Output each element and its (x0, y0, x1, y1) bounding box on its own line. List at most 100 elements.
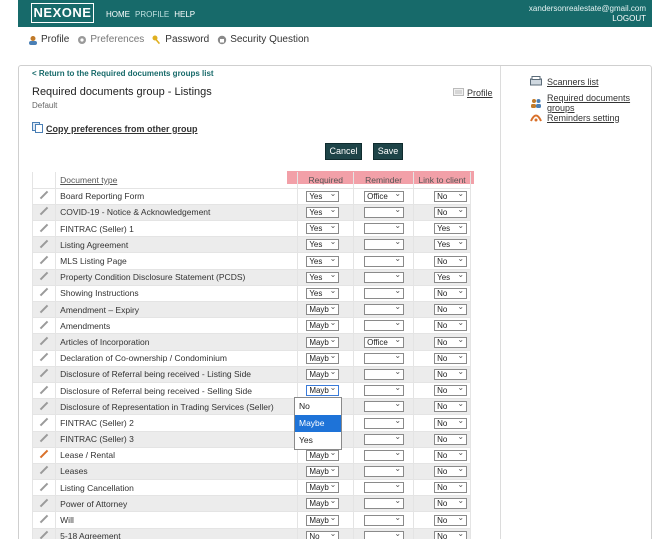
pencil-icon[interactable] (39, 417, 49, 427)
nav-profile[interactable]: PROFILE (135, 10, 169, 19)
reminder-select[interactable] (364, 288, 405, 300)
required-select[interactable]: Yes (306, 239, 340, 251)
link-to-client-select[interactable]: No (434, 352, 468, 364)
required-select[interactable]: Mayb (306, 336, 340, 348)
subnav-preferences[interactable]: Preferences (77, 34, 144, 45)
required-select[interactable]: Mayb (306, 320, 340, 332)
link-to-client-select[interactable]: No (434, 255, 468, 267)
reminder-select[interactable] (364, 449, 405, 461)
required-select[interactable]: Yes (306, 288, 340, 300)
required-select[interactable]: Mayb (306, 449, 340, 461)
link-to-client-select[interactable]: No (434, 320, 468, 332)
reminder-select[interactable] (364, 320, 405, 332)
pencil-icon[interactable] (39, 433, 49, 443)
pencil-icon[interactable] (39, 255, 49, 265)
pencil-icon[interactable] (39, 352, 49, 362)
reminder-select[interactable] (364, 207, 405, 219)
reminder-select[interactable] (364, 385, 405, 397)
required-select[interactable]: Yes (306, 190, 340, 202)
dropdown-option[interactable]: No (295, 398, 341, 415)
link-to-client-select[interactable]: No (434, 417, 468, 429)
reminder-select[interactable] (364, 223, 405, 235)
subnav-password[interactable]: Password (152, 34, 209, 45)
link-to-client-select[interactable]: No (434, 433, 468, 445)
pencil-icon[interactable] (39, 206, 49, 216)
reminder-select[interactable] (364, 304, 405, 316)
cancel-button[interactable]: Cancel (325, 143, 362, 160)
link-to-client-select[interactable]: Yes (434, 223, 468, 235)
save-button[interactable]: Save (373, 143, 403, 160)
pencil-icon[interactable] (39, 239, 49, 249)
required-select[interactable]: Mayb (306, 482, 340, 494)
link-to-client-select[interactable]: No (434, 514, 468, 526)
reminder-select[interactable] (364, 401, 405, 413)
pencil-icon[interactable] (39, 482, 49, 492)
pencil-icon[interactable] (39, 385, 49, 395)
link-to-client-select[interactable]: No (434, 190, 468, 202)
reminder-select[interactable] (364, 417, 405, 429)
required-select[interactable]: Yes (306, 223, 340, 235)
pencil-icon[interactable] (39, 320, 49, 330)
required-select[interactable]: Mayb (306, 498, 340, 510)
reminder-select[interactable] (364, 271, 405, 283)
profile-link[interactable]: Profile (453, 88, 493, 98)
pencil-icon[interactable] (39, 336, 49, 346)
reminder-select[interactable] (364, 255, 405, 267)
reminder-select[interactable] (364, 466, 405, 478)
logo[interactable]: NEXONE (31, 3, 94, 23)
pencil-icon[interactable] (39, 287, 49, 297)
link-to-client-select[interactable]: Yes (434, 271, 468, 283)
required-select[interactable]: Yes (306, 271, 340, 283)
reminder-select[interactable] (364, 530, 405, 539)
required-select[interactable]: Mayb (306, 466, 340, 478)
reminder-select[interactable] (364, 482, 405, 494)
link-to-client-select[interactable]: No (434, 498, 468, 510)
link-to-client-select[interactable]: No (434, 482, 468, 494)
required-select[interactable]: Yes (306, 255, 340, 267)
sidebar-required-documents-groups[interactable]: Required documents groups (530, 93, 651, 113)
subnav-profile[interactable]: Profile (28, 34, 69, 45)
pencil-icon[interactable] (39, 530, 49, 539)
pencil-icon[interactable] (39, 368, 49, 378)
required-select[interactable]: Mayb (306, 514, 340, 526)
link-to-client-select[interactable]: No (434, 304, 468, 316)
reminder-select[interactable] (364, 433, 405, 445)
logout-link[interactable]: LOGOUT (529, 14, 646, 24)
reminder-select[interactable] (364, 368, 405, 380)
reminder-select[interactable] (364, 239, 405, 251)
required-select[interactable]: Mayb (306, 304, 340, 316)
nav-home[interactable]: HOME (106, 10, 130, 19)
document-type-header[interactable]: Document type (55, 172, 299, 189)
pencil-icon[interactable] (39, 498, 49, 508)
pencil-icon[interactable] (39, 190, 49, 200)
dropdown-option[interactable]: Yes (295, 432, 341, 449)
link-to-client-select[interactable]: No (434, 449, 468, 461)
pencil-icon[interactable] (39, 271, 49, 281)
required-select[interactable]: Yes (306, 207, 340, 219)
reminder-select[interactable]: Office (364, 336, 405, 348)
link-to-client-select[interactable]: No (434, 207, 468, 219)
copy-preferences-link[interactable]: Copy preferences from other group (32, 122, 198, 135)
reminder-select[interactable] (364, 514, 405, 526)
required-select[interactable]: Mayb (306, 368, 340, 380)
pencil-icon[interactable] (39, 449, 49, 459)
reminder-select[interactable] (364, 498, 405, 510)
nav-help[interactable]: HELP (174, 10, 195, 19)
link-to-client-select[interactable]: No (434, 368, 468, 380)
required-dropdown-list[interactable]: No Maybe Yes (294, 397, 342, 450)
pencil-icon[interactable] (39, 223, 49, 233)
reminder-select[interactable]: Office (364, 190, 405, 202)
subnav-security-question[interactable]: Security Question (217, 34, 309, 45)
sidebar-scanners-list[interactable]: Scanners list (530, 76, 599, 87)
pencil-icon[interactable] (39, 465, 49, 475)
required-select[interactable]: No (306, 530, 340, 539)
link-to-client-select[interactable]: No (434, 466, 468, 478)
pencil-icon[interactable] (39, 401, 49, 411)
required-select[interactable]: Mayb (306, 385, 340, 397)
dropdown-option[interactable]: Maybe (295, 415, 341, 432)
link-to-client-select[interactable]: Yes (434, 239, 468, 251)
sidebar-reminders-setting[interactable]: Reminders setting (530, 112, 620, 123)
link-to-client-select[interactable]: No (434, 530, 468, 539)
back-link[interactable]: < Return to the Required documents group… (32, 69, 214, 78)
pencil-icon[interactable] (39, 304, 49, 314)
